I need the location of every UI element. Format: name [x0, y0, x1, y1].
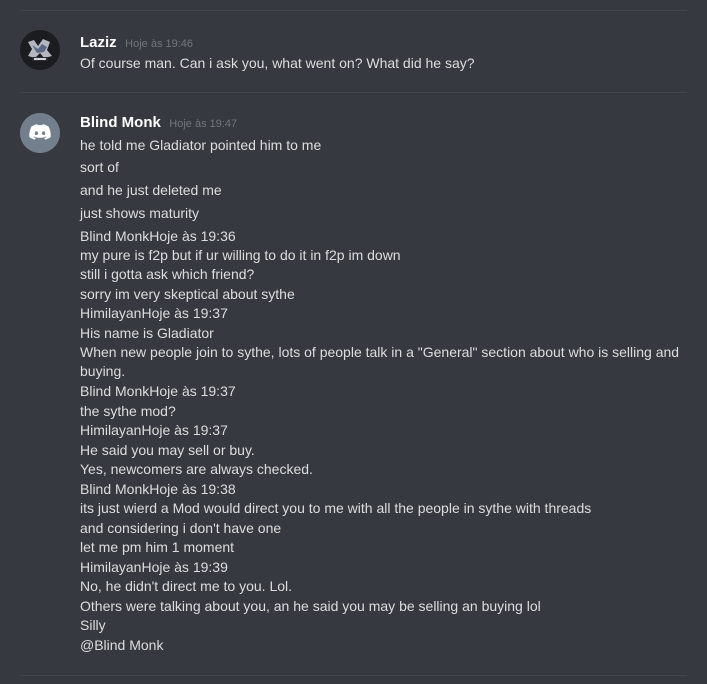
message-line: still i gotta ask which friend?	[80, 266, 255, 282]
message-divider	[20, 92, 687, 93]
message-line: sorry im very skeptical about sythe	[80, 286, 295, 302]
message-timestamp: Hoje às 19:46	[125, 38, 194, 50]
message-line: its just wierd a Mod would direct you to…	[80, 500, 592, 516]
message-line: HimilayanHoje às 19:37	[80, 305, 228, 321]
author-name[interactable]: Blind Monk	[80, 114, 161, 131]
message-line: Blind MonkHoje às 19:38	[80, 481, 236, 497]
message-line: Silly	[80, 617, 106, 633]
message-line: and considering i don't have one	[80, 520, 282, 536]
message-line: the sythe mod?	[80, 403, 176, 419]
bottom-divider	[20, 675, 687, 676]
message-timestamp: Hoje às 19:47	[169, 118, 238, 130]
mention-line: @Blind Monk	[80, 637, 164, 653]
message-line: my pure is f2p but if ur willing to do i…	[80, 247, 401, 263]
discord-logo-icon	[20, 113, 60, 153]
message-line: Blind MonkHoje às 19:37	[80, 383, 236, 399]
message-line: No, he didn't direct me to you. Lol.	[80, 578, 293, 594]
message-line: Yes, newcomers are always checked.	[80, 461, 313, 477]
message-line: He said you may sell or buy.	[80, 442, 255, 458]
author-name[interactable]: Laziz	[80, 34, 117, 51]
message-line: just shows maturity	[80, 205, 200, 221]
message-line: let me pm him 1 moment	[80, 539, 235, 555]
avatar-blind-monk[interactable]	[20, 113, 60, 153]
message-line: Blind MonkHoje às 19:36	[80, 228, 236, 244]
avatar-laziz[interactable]	[20, 30, 60, 70]
laziz-logo-icon	[20, 30, 60, 70]
message-line: sort of	[80, 159, 119, 175]
message-line: HimilayanHoje às 19:39	[80, 559, 228, 575]
message-line: and he just deleted me	[80, 182, 222, 198]
message-line: Others were talking about you, an he sai…	[80, 598, 541, 614]
message-line: When new people join to sythe, lots of p…	[80, 344, 680, 379]
message-line: Of course man. Can i ask you, what went …	[80, 55, 475, 71]
top-divider	[20, 10, 687, 11]
message-line: HimilayanHoje às 19:37	[80, 422, 228, 438]
message-line: His name is Gladiator	[80, 325, 214, 341]
message-line: he told me Gladiator pointed him to me	[80, 137, 322, 153]
